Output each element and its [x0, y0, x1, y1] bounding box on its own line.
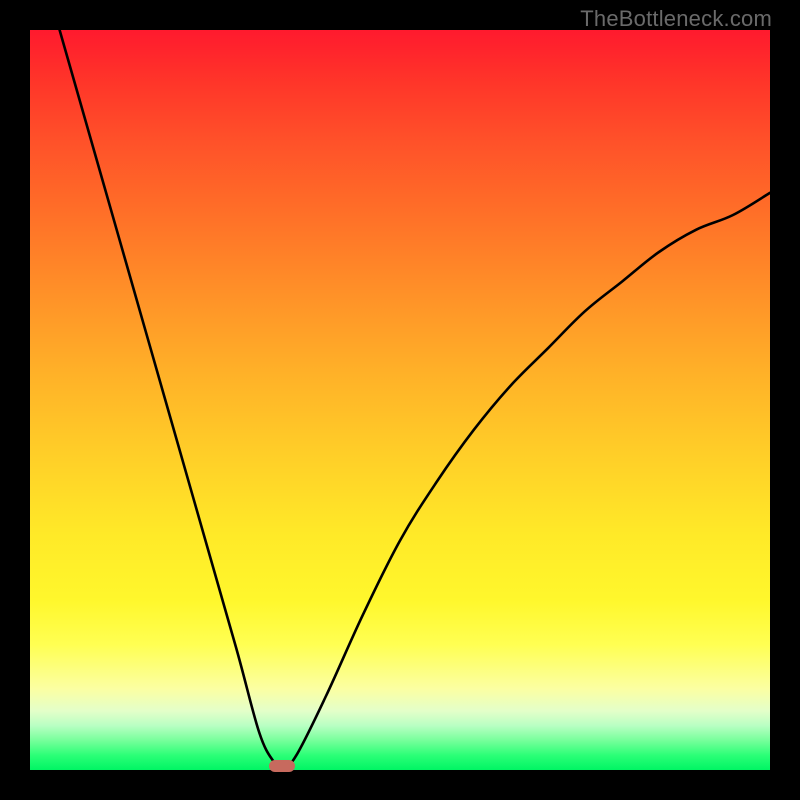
- bottleneck-curve: [30, 30, 770, 770]
- plot-area: [30, 30, 770, 770]
- minimum-marker: [269, 760, 295, 772]
- outer-frame: TheBottleneck.com: [0, 0, 800, 800]
- watermark-text: TheBottleneck.com: [580, 6, 772, 32]
